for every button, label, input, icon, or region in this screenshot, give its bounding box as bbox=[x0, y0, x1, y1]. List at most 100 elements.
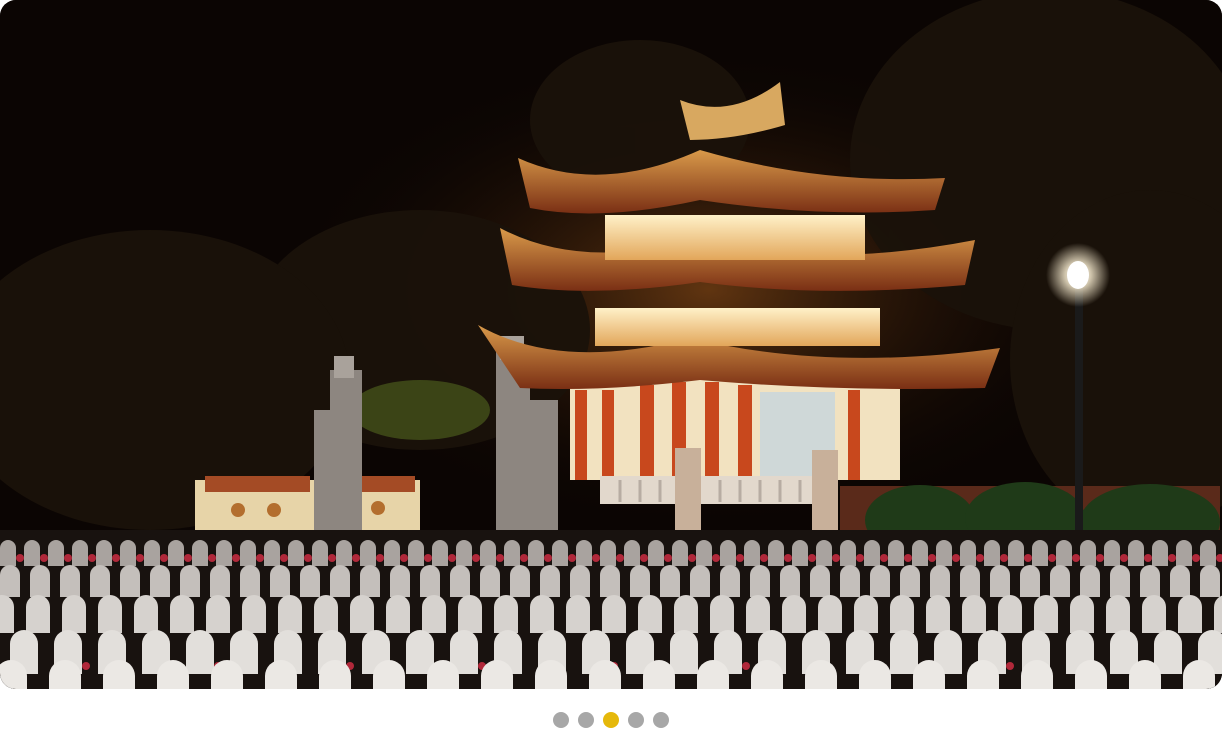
tombstone bbox=[696, 540, 712, 566]
tombstone bbox=[888, 540, 904, 566]
tombstone bbox=[432, 540, 448, 566]
flower-offering bbox=[64, 554, 72, 562]
flower-offering bbox=[736, 554, 744, 562]
tombstone bbox=[552, 540, 568, 566]
tombstone bbox=[24, 540, 40, 566]
tombstone bbox=[264, 540, 280, 566]
tombstone bbox=[890, 595, 914, 633]
flower-offering bbox=[976, 554, 984, 562]
flower-offering bbox=[664, 554, 672, 562]
tombstone bbox=[420, 565, 440, 597]
tombstone bbox=[566, 595, 590, 633]
tombstone bbox=[602, 595, 626, 633]
flower-offering bbox=[832, 554, 840, 562]
flower-offering bbox=[808, 554, 816, 562]
tombstone bbox=[750, 565, 770, 597]
tombstone bbox=[96, 540, 112, 566]
tombstone bbox=[540, 565, 560, 597]
flower-offering bbox=[1006, 662, 1014, 670]
flower-offering bbox=[280, 554, 288, 562]
tombstone bbox=[216, 540, 232, 566]
tombstone bbox=[670, 630, 698, 674]
tombstone bbox=[912, 540, 928, 566]
pagination-dot-2[interactable] bbox=[578, 712, 594, 728]
flower-offering bbox=[952, 554, 960, 562]
tombstone bbox=[360, 540, 376, 566]
tombstone bbox=[62, 595, 86, 633]
tombstone bbox=[210, 565, 230, 597]
flower-offering bbox=[1120, 554, 1128, 562]
tombstone bbox=[1032, 540, 1048, 566]
tombstone bbox=[458, 595, 482, 633]
pagination-dot-1[interactable] bbox=[553, 712, 569, 728]
pagination-dot-5[interactable] bbox=[653, 712, 669, 728]
flower-offering bbox=[232, 554, 240, 562]
flower-offering bbox=[208, 554, 216, 562]
tombstone bbox=[720, 565, 740, 597]
tombstone bbox=[890, 630, 918, 674]
flower-offering bbox=[880, 554, 888, 562]
flower-offering bbox=[1048, 554, 1056, 562]
tombstone bbox=[206, 595, 230, 633]
tombstone bbox=[60, 565, 80, 597]
tombstone bbox=[450, 565, 470, 597]
tombstone bbox=[314, 595, 338, 633]
tombstone bbox=[600, 565, 620, 597]
tombstone bbox=[240, 540, 256, 566]
tombstone bbox=[1140, 565, 1160, 597]
tombstone bbox=[278, 595, 302, 633]
flower-offering bbox=[616, 554, 624, 562]
tombstone bbox=[576, 540, 592, 566]
tombstone bbox=[990, 565, 1010, 597]
tombstone bbox=[720, 540, 736, 566]
tombstone bbox=[674, 595, 698, 633]
tombstone bbox=[1152, 540, 1168, 566]
flower-offering bbox=[592, 554, 600, 562]
flower-offering bbox=[160, 554, 168, 562]
tombstone bbox=[792, 540, 808, 566]
flower-offering bbox=[784, 554, 792, 562]
tombstone bbox=[170, 595, 194, 633]
flower-offering bbox=[496, 554, 504, 562]
flower-offering bbox=[304, 554, 312, 562]
tombstone bbox=[624, 540, 640, 566]
tombstone-rows bbox=[0, 540, 1222, 689]
tombstone bbox=[1176, 540, 1192, 566]
tombstone bbox=[936, 540, 952, 566]
tombstone bbox=[134, 595, 158, 633]
pagination-dot-4[interactable] bbox=[628, 712, 644, 728]
flower-offering bbox=[472, 554, 480, 562]
tombstone bbox=[384, 540, 400, 566]
flower-offering bbox=[184, 554, 192, 562]
tombstone bbox=[72, 540, 88, 566]
tombstone bbox=[660, 565, 680, 597]
tombstone bbox=[480, 540, 496, 566]
flower-offering bbox=[256, 554, 264, 562]
carousel-slide-image[interactable] bbox=[0, 0, 1222, 689]
tombstone bbox=[768, 540, 784, 566]
tombstone bbox=[1110, 565, 1130, 597]
flower-offering bbox=[1168, 554, 1176, 562]
flower-offering bbox=[112, 554, 120, 562]
tombstone bbox=[1050, 565, 1070, 597]
flower-offering bbox=[328, 554, 336, 562]
tombstone bbox=[144, 540, 160, 566]
flower-offering bbox=[928, 554, 936, 562]
tombstone bbox=[422, 595, 446, 633]
tombstone bbox=[288, 540, 304, 566]
tombstone bbox=[0, 595, 14, 633]
tombstone bbox=[1020, 565, 1040, 597]
tombstone bbox=[690, 565, 710, 597]
tombstone bbox=[1080, 540, 1096, 566]
tombstone bbox=[330, 565, 350, 597]
image-carousel bbox=[0, 0, 1222, 729]
tombstone bbox=[854, 595, 878, 633]
tombstone bbox=[26, 595, 50, 633]
tombstone bbox=[504, 540, 520, 566]
flower-offering bbox=[568, 554, 576, 562]
flower-offering bbox=[1000, 554, 1008, 562]
tombstone bbox=[744, 540, 760, 566]
flower-offering bbox=[16, 554, 24, 562]
pagination-dot-3[interactable] bbox=[603, 712, 619, 728]
flower-offering bbox=[712, 554, 720, 562]
